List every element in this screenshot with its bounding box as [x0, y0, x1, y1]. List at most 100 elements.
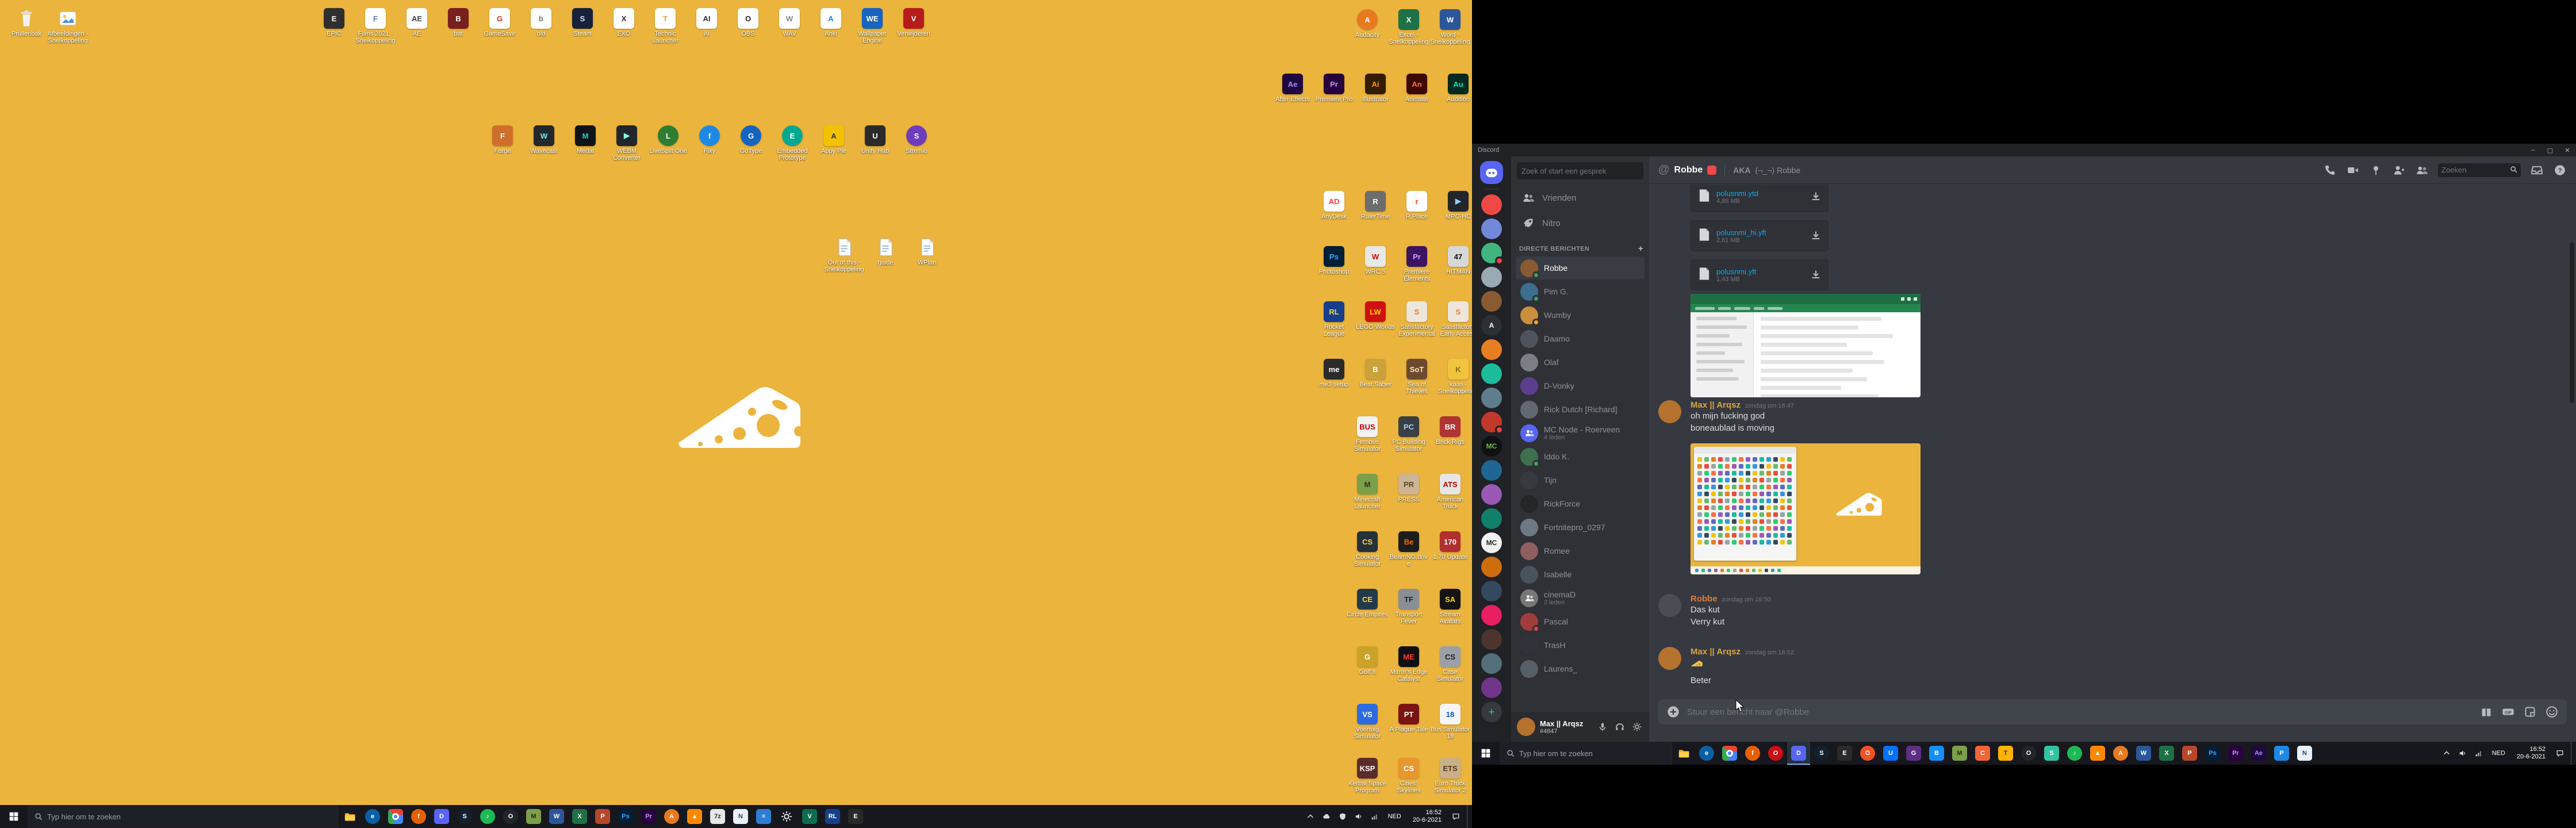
- dm-item-mc-node-roerveen[interactable]: MC Node - Roerveen4 leden: [1516, 421, 1644, 444]
- create-dm-icon[interactable]: +: [1638, 244, 1643, 254]
- desktop-icon-wrc-5[interactable]: WWRC 5: [1355, 246, 1396, 282]
- server-icon-8[interactable]: [1481, 363, 1502, 384]
- taskbar-icon-notepad[interactable]: N: [2293, 742, 2316, 765]
- desktop-icon-me3-setup[interactable]: meme3 setup: [1313, 359, 1355, 395]
- desktop-icon-american-truck-simulator[interactable]: ATSAmerican Truck Simulator: [1429, 474, 1471, 511]
- mic-icon[interactable]: [1596, 720, 1609, 733]
- attach-file-icon[interactable]: [1666, 705, 1680, 719]
- dm-item-laurens[interactable]: Laurens_: [1516, 657, 1644, 680]
- dm-item-tijn[interactable]: Tijn: [1516, 469, 1644, 492]
- taskbar-icon-word[interactable]: W: [545, 805, 568, 828]
- minimize-button[interactable]: –: [2524, 144, 2542, 156]
- desktop-icon-r-place[interactable]: rR Place: [1396, 191, 1438, 220]
- desktop-icon-a-plague-tale[interactable]: PTA Plague Tale: [1388, 704, 1429, 740]
- desktop-icon-rocket-league[interactable]: RLRocket League: [1313, 301, 1355, 338]
- taskbar-icon-file-explorer[interactable]: [338, 805, 361, 828]
- desktop-icon-steam[interactable]: SSteam: [562, 8, 603, 44]
- desktop-icon-illustrator[interactable]: AiIllustrator: [1355, 74, 1396, 103]
- gif-icon[interactable]: GIF: [2501, 705, 2515, 719]
- taskbar-icon-7zip[interactable]: 7z: [706, 805, 729, 828]
- desktop-icon-guide[interactable]: guide: [865, 237, 906, 273]
- dm-item-wumby[interactable]: Wumby: [1516, 304, 1644, 327]
- server-icon-6[interactable]: A: [1481, 315, 1502, 336]
- sidebar-item-nitro[interactable]: Nitro: [1516, 211, 1644, 235]
- desktop-icon-bat[interactable]: Bbat: [438, 8, 479, 44]
- desktop-icon-wavecast[interactable]: WWavecast: [523, 125, 565, 162]
- dm-item-iddo-k[interactable]: Iddo K.: [1516, 445, 1644, 468]
- dm-search-button[interactable]: Zoek of start een gesprek: [1517, 162, 1643, 179]
- desktop-icon-sea-of-thieves[interactable]: SoTSea of Thieves: [1396, 359, 1438, 395]
- desktop-icon-circle-empires[interactable]: CECircle Empires: [1347, 589, 1388, 625]
- taskbar-icon-premiere[interactable]: Pr: [637, 805, 660, 828]
- desktop-icon-medal[interactable]: MMedal: [565, 125, 606, 162]
- taskbar-icon-calculator[interactable]: =: [752, 805, 775, 828]
- desktop-icon-prullenbak[interactable]: Prullenbak: [6, 8, 47, 44]
- server-icon-21[interactable]: [1481, 677, 1502, 698]
- server-icon-2[interactable]: [1481, 218, 1502, 239]
- desktop-icon-webm-converter[interactable]: ▶WEBM Converter: [606, 125, 647, 162]
- desktop-icon-hitman[interactable]: 47HITMAN: [1438, 246, 1472, 282]
- taskbar-icon-spotify[interactable]: ♪: [476, 805, 499, 828]
- server-icon-3[interactable]: [1481, 243, 1502, 263]
- desktop-icon-bus-simulator-18[interactable]: 18Bus Simulator 18: [1429, 704, 1471, 740]
- taskbar-icon-discord[interactable]: D: [430, 805, 453, 828]
- video-call-icon[interactable]: [2346, 163, 2360, 177]
- action-center-icon[interactable]: [1451, 811, 1461, 822]
- server-icon-10[interactable]: [1481, 412, 1502, 432]
- taskbar-icon-vlc[interactable]: ▲: [683, 805, 706, 828]
- avatar[interactable]: [1658, 594, 1681, 617]
- desktop-icon-ae[interactable]: AEAE: [396, 8, 438, 44]
- emoji-icon[interactable]: [2545, 705, 2559, 719]
- taskbar-icon-curseforge[interactable]: C: [1971, 742, 1994, 765]
- voice-call-icon[interactable]: [2323, 163, 2337, 177]
- dm-item-d-vonky[interactable]: D-Vonky: [1516, 374, 1644, 397]
- desktop-icon-1-70-update[interactable]: 1701.70 Update: [1429, 531, 1471, 568]
- taskbar-icon-photoshop[interactable]: Ps: [2201, 742, 2224, 765]
- taskbar-icon-edge[interactable]: e: [361, 805, 384, 828]
- desktop-icon-cooking-simulator[interactable]: CSCooking Simulator: [1347, 531, 1388, 568]
- taskbar-icon-photoshop[interactable]: Ps: [614, 805, 637, 828]
- desktop-icon-fixy[interactable]: fFixy: [689, 125, 730, 162]
- server-icon-18[interactable]: [1481, 605, 1502, 626]
- desktop-icon-unity-hub[interactable]: UUnity Hub: [854, 125, 896, 162]
- taskbar-icon-minecraft[interactable]: M: [522, 805, 545, 828]
- chevron-up-icon[interactable]: [1305, 811, 1316, 822]
- desktop-icon-voertuig-simulator[interactable]: VSVoertuig Simulator: [1347, 704, 1388, 740]
- taskbar-icon-word[interactable]: W: [2132, 742, 2155, 765]
- dm-item-isabelle[interactable]: Isabelle: [1516, 563, 1644, 586]
- desktop-icon-euro-truck-simulator-2[interactable]: ETSEuro Truck Simulator 2: [1429, 758, 1471, 794]
- desktop-icon-pc-building-simulator[interactable]: PCPC Building Simulator: [1388, 416, 1429, 453]
- dm-item-trash[interactable]: TrasH: [1516, 634, 1644, 657]
- shield-icon[interactable]: [1337, 811, 1348, 822]
- download-icon[interactable]: [1810, 269, 1822, 281]
- desktop-icon-anydesk[interactable]: ADAnyDesk: [1313, 191, 1355, 220]
- chat-scrollbar[interactable]: [2570, 242, 2574, 403]
- dm-item-rick-dutch-richard[interactable]: Rick Dutch [Richard]: [1516, 398, 1644, 421]
- server-icon-13[interactable]: [1481, 484, 1502, 505]
- taskbar-icon-steam[interactable]: S: [453, 805, 476, 828]
- taskbar-icon-audacity[interactable]: A: [660, 805, 683, 828]
- taskbar-clock[interactable]: 16:5220-6-2021: [1409, 809, 1445, 824]
- server-icon-16[interactable]: [1481, 557, 1502, 577]
- cheese-emoji[interactable]: [1690, 658, 1703, 670]
- language-indicator[interactable]: NED: [1386, 813, 1404, 820]
- chevron-up-icon[interactable]: [2441, 748, 2452, 758]
- help-icon[interactable]: ?: [2553, 163, 2567, 177]
- desktop-icon-exo[interactable]: XEXO: [603, 8, 645, 44]
- taskbar-icon-powerpoint[interactable]: P: [591, 805, 614, 828]
- taskbar-icon-paint[interactable]: P: [2270, 742, 2293, 765]
- show-desktop-button[interactable]: [1467, 805, 1470, 828]
- desktop-icon-brick-rigs[interactable]: BRBrick Rigs: [1429, 416, 1471, 453]
- server-icon-7[interactable]: [1481, 339, 1502, 360]
- desktop-icon-audition[interactable]: AuAudition: [1438, 74, 1472, 103]
- desktop-icon-premiere-pro[interactable]: PrPremiere Pro: [1313, 74, 1355, 103]
- network-icon[interactable]: [1370, 811, 1380, 822]
- desktop-icon-case-simulator[interactable]: CSCase Simulator: [1429, 646, 1471, 683]
- dm-item-daamo[interactable]: Daamo: [1516, 327, 1644, 350]
- taskbar-icon-excel[interactable]: X: [2155, 742, 2178, 765]
- server-icon-9[interactable]: [1481, 388, 1502, 408]
- desktop-icon-embedded-prototype[interactable]: EEmbedded Prototype: [772, 125, 813, 162]
- taskbar-icon-gta5[interactable]: V: [798, 805, 821, 828]
- maximize-button[interactable]: ▢: [2542, 144, 2559, 156]
- desktop-icon-forge[interactable]: FForge: [482, 125, 523, 162]
